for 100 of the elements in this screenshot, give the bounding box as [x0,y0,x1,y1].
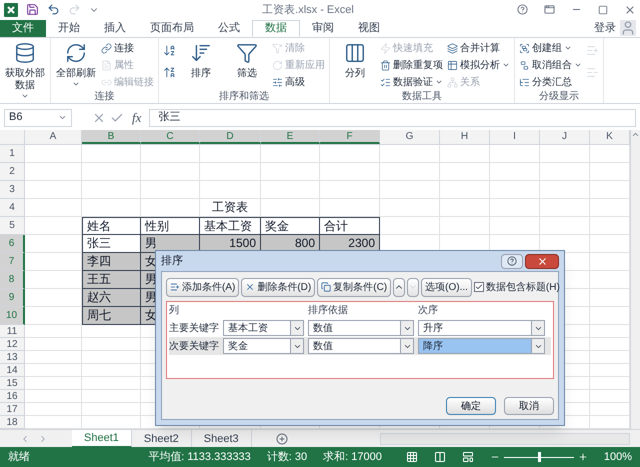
ribbon-button[interactable]: 数据验证 [378,74,445,91]
zoom-thumb[interactable] [538,452,541,462]
row-header[interactable]: 11 [0,325,25,338]
row-header[interactable]: 2 [0,163,25,182]
toolbar-button[interactable]: 添加条件(A) [166,278,240,296]
rotate-arrow-icon [272,60,283,71]
dialog-title: 排序 [161,254,184,269]
help-icon[interactable] [517,4,528,16]
ribbon-button[interactable]: 全部刷新 [53,38,99,88]
row-header[interactable]: 17 [0,403,25,416]
dropdown-field[interactable]: 奖金 [223,338,304,354]
ribbon-tab[interactable]: 公式 [206,20,252,37]
column-header[interactable]: B [82,130,141,144]
normal-view-icon[interactable] [406,451,418,464]
row-header[interactable]: 7 [0,253,25,272]
page-break-icon[interactable] [462,451,474,464]
row-header[interactable]: 14 [0,364,25,378]
toolbar-button[interactable]: 复制条件(C) [317,278,392,296]
sort-level-row[interactable]: 次要关键字 奖金 数值 降序 [169,337,551,355]
row-header[interactable]: 3 [0,181,25,200]
ribbon-button[interactable]: 高级 [270,74,327,91]
ribbon-options-icon[interactable] [544,4,555,16]
ribbon-tab[interactable]: 视图 [346,20,392,37]
ribbon-button[interactable]: 获取外部数据 [2,38,48,100]
maximize-icon[interactable] [598,4,608,15]
dropdown-field[interactable]: 数值 [308,338,414,354]
sum-reading: 求和: 17000 [323,450,382,465]
insert-function-button[interactable]: fx [128,108,146,128]
table-cell: 周七 [82,307,141,326]
ribbon-button[interactable]: 分类汇总 [517,74,584,91]
ribbon-button[interactable]: 分列 [332,38,378,80]
ribbon-button[interactable]: 连接 [99,40,156,57]
row-header[interactable]: 1 [0,145,25,164]
ribbon-button[interactable]: 模拟分析 [445,56,512,74]
dropdown-field[interactable]: 基本工资 [223,320,304,336]
row-header[interactable]: 12 [0,338,25,352]
row-header[interactable]: 8 [0,271,25,290]
sheet-tab[interactable]: Sheet1 [72,430,132,448]
row-header[interactable]: 18 [0,416,25,430]
undo-icon[interactable] [47,3,60,16]
add-sheet-icon[interactable] [276,432,288,445]
ribbon-tab[interactable]: 开始 [46,20,92,37]
column-header[interactable]: G [380,130,440,144]
columns-icon [344,42,366,64]
dialog-button[interactable]: 确定 [446,397,496,415]
help-button[interactable] [501,254,523,268]
avatar-icon[interactable] [620,20,636,36]
dropdown-field[interactable]: 升序 [418,320,545,336]
ribbon-tab[interactable]: 数据 [252,20,300,37]
table-cell: 姓名 [82,217,141,236]
filter-clear-icon [272,42,283,54]
column-header[interactable]: J [540,130,590,144]
row-header[interactable]: 6 [0,235,25,254]
zoom-reading: 100% [604,450,632,465]
link-icon [101,42,112,54]
name-box[interactable]: B6 [4,108,72,126]
vertical-scrollbar[interactable] [630,130,640,430]
row-header[interactable]: 5 [0,217,25,236]
row-header[interactable]: 13 [0,351,25,364]
toolbar-button[interactable]: 删除条件(D) [241,278,316,296]
ribbon-button[interactable]: 取消组合 [517,56,584,74]
caret-icon [58,113,67,122]
sign-in-link[interactable]: 登录 [594,20,616,36]
column-header[interactable]: C [141,130,200,144]
move-up-button[interactable] [393,278,406,296]
options-button[interactable]: 选项(O)... [421,278,472,296]
column-header[interactable]: I [490,130,540,144]
file-tab[interactable]: 文件 [0,20,46,37]
ribbon-button[interactable]: 筛选 [224,38,270,80]
ribbon-tab[interactable]: 页面布局 [138,20,206,37]
row-header[interactable]: 16 [0,390,25,404]
horizontal-scrollbar[interactable] [380,432,630,445]
save-icon[interactable] [26,3,39,16]
zoom-slider[interactable] [504,452,574,462]
dropdown-field[interactable]: 降序 [418,338,545,354]
column-header[interactable]: H [440,130,490,144]
page-layout-icon[interactable] [434,451,446,464]
ribbon-button[interactable]: 排序 [178,38,224,80]
row-header[interactable]: 9 [0,289,25,308]
document-icon [101,60,112,71]
column-header[interactable]: D [200,130,261,144]
formula-field[interactable]: 张三 [149,108,636,126]
ribbon-button[interactable]: 删除重复项 [378,56,445,74]
row-header[interactable]: 4 [0,199,25,218]
column-header[interactable]: E [261,130,320,144]
zoom-in-icon[interactable] [578,452,588,462]
dialog-button[interactable]: 取消 [504,397,554,415]
close-icon[interactable] [624,4,636,16]
close-button[interactable] [525,254,559,268]
row-header[interactable]: 10 [0,307,25,326]
column-header[interactable]: F [320,130,380,144]
ribbon-button[interactable]: 创建组 [517,40,584,57]
row-header[interactable]: 15 [0,377,25,390]
sort-ascending-icon [163,44,176,58]
headers-checkbox[interactable]: 数据包含标题(H) [474,280,560,294]
ribbon-tab[interactable]: 插入 [92,20,138,37]
lightning-icon [380,42,391,54]
ribbon-button[interactable]: 合并计算 [445,40,512,57]
ribbon-tab[interactable]: 审阅 [300,20,346,37]
dropdown-field[interactable]: 数值 [308,320,414,336]
